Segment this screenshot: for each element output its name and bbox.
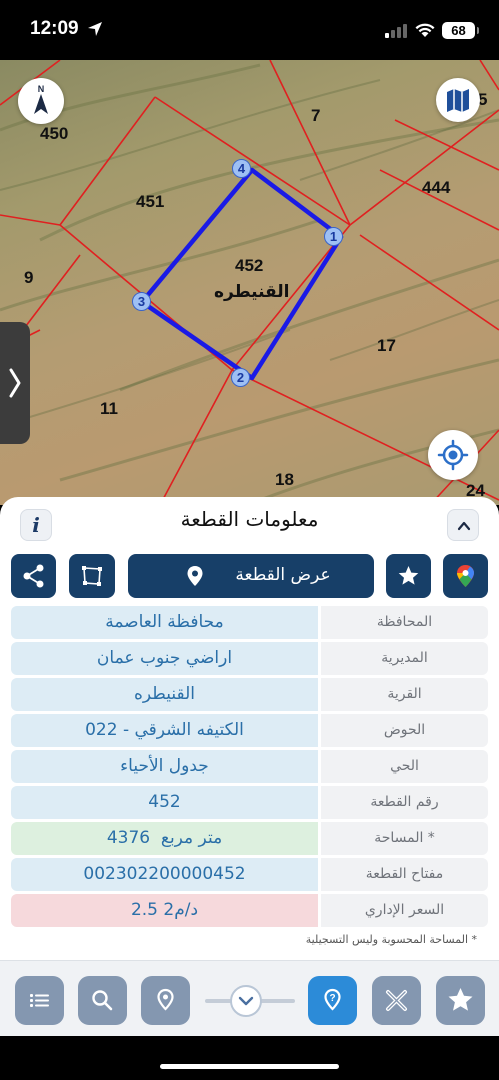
parcel-key-value: 002302200000452 bbox=[11, 858, 318, 891]
parcel-number-label: رقم القطعة bbox=[321, 786, 488, 819]
draw-polygon-button[interactable] bbox=[69, 554, 115, 598]
collapse-button[interactable] bbox=[447, 509, 479, 541]
chevron-right-icon bbox=[9, 368, 21, 398]
chevron-up-icon bbox=[457, 521, 471, 531]
basin-value: الكتيفه الشرقي - 022 bbox=[11, 714, 318, 747]
search-button[interactable] bbox=[78, 976, 127, 1025]
status-bar: 12:09 68 bbox=[0, 0, 499, 60]
parcel-label[interactable]: 18 bbox=[275, 470, 294, 490]
table-row: جدول الأحياء الحي bbox=[11, 750, 488, 783]
parcel-label[interactable]: 11 bbox=[100, 399, 118, 419]
table-row: اراضي جنوب عمان المديرية bbox=[11, 642, 488, 675]
google-maps-button[interactable] bbox=[443, 554, 488, 598]
table-row: محافظة العاصمة المحافظة bbox=[11, 606, 488, 639]
google-maps-icon bbox=[457, 565, 474, 587]
governorate-value: محافظة العاصمة bbox=[11, 606, 318, 639]
village-value: القنيطره bbox=[11, 678, 318, 711]
status-time: 12:09 bbox=[30, 18, 79, 39]
location-pin-icon bbox=[187, 566, 203, 586]
area-label: المساحة * bbox=[321, 822, 488, 855]
star-icon bbox=[398, 566, 419, 585]
map-icon bbox=[447, 89, 469, 112]
list-icon bbox=[30, 994, 49, 1007]
table-row: 2.5 د/م2 السعر الإداري bbox=[11, 894, 488, 927]
search-icon bbox=[92, 990, 113, 1011]
home-indicator-area bbox=[0, 1036, 499, 1080]
help-button[interactable]: ? bbox=[308, 976, 357, 1025]
admin-price-value: 2.5 د/م2 bbox=[11, 894, 318, 927]
directorate-label: المديرية bbox=[321, 642, 488, 675]
vertex-marker[interactable]: 3 bbox=[132, 292, 151, 311]
district-value: جدول الأحياء bbox=[11, 750, 318, 783]
crosshair-icon bbox=[437, 439, 469, 471]
nearby-location-button[interactable] bbox=[141, 976, 190, 1025]
favorite-button[interactable] bbox=[386, 554, 431, 598]
svg-text:N: N bbox=[38, 84, 45, 94]
chevron-down-icon bbox=[238, 996, 254, 1006]
table-row: 002302200000452 مفتاح القطعة bbox=[11, 858, 488, 891]
share-icon bbox=[23, 564, 44, 588]
village-label: القرية bbox=[321, 678, 488, 711]
tools-button[interactable] bbox=[372, 976, 421, 1025]
selected-parcel-number[interactable]: 452 bbox=[235, 256, 263, 276]
cellular-signal-icon bbox=[385, 24, 407, 38]
directorate-value: اراضي جنوب عمان bbox=[11, 642, 318, 675]
wifi-icon bbox=[415, 23, 435, 37]
my-location-button[interactable] bbox=[428, 430, 478, 480]
vertex-marker[interactable]: 1 bbox=[324, 227, 343, 246]
parcel-key-label: مفتاح القطعة bbox=[321, 858, 488, 891]
panel-title: معلومات القطعة bbox=[180, 507, 319, 531]
map-layers-button[interactable] bbox=[436, 78, 480, 122]
parcel-label[interactable]: 9 bbox=[24, 268, 33, 288]
bottom-toolbar: ? bbox=[0, 960, 499, 1036]
admin-price-label: السعر الإداري bbox=[321, 894, 488, 927]
parcel-label[interactable]: 444 bbox=[422, 178, 450, 198]
battery-indicator: 68 bbox=[442, 22, 479, 39]
vertex-marker[interactable]: 2 bbox=[231, 368, 250, 387]
parcel-details-table: محافظة العاصمة المحافظة اراضي جنوب عمان … bbox=[11, 606, 488, 930]
star-icon bbox=[448, 988, 473, 1011]
parcel-label[interactable]: 450 bbox=[40, 124, 68, 144]
vertex-marker[interactable]: 4 bbox=[232, 159, 251, 178]
parcel-label[interactable]: 17 bbox=[377, 336, 396, 356]
north-arrow-icon: N bbox=[34, 84, 48, 114]
map-view[interactable]: 450 7 5 451 444 9 17 11 18 24 452 القنيط… bbox=[0, 60, 499, 505]
parcel-number-value: 452 bbox=[11, 786, 318, 819]
share-button[interactable] bbox=[11, 554, 56, 598]
area-footnote: * المساحة المحسوبة وليس التسجيلية bbox=[305, 933, 477, 946]
polygon-icon bbox=[82, 566, 102, 586]
show-parcel-label: عرض القطعة bbox=[235, 565, 331, 585]
basin-label: الحوض bbox=[321, 714, 488, 747]
side-drawer-handle[interactable] bbox=[0, 322, 30, 444]
compass-button[interactable]: N bbox=[18, 78, 64, 124]
tools-icon bbox=[386, 990, 407, 1011]
parcel-info-panel: i معلومات القطعة عرض القطعة محافظة العاص… bbox=[0, 497, 499, 960]
table-row: 452 رقم القطعة bbox=[11, 786, 488, 819]
location-pin-icon bbox=[157, 988, 174, 1011]
table-row: القنيطره القرية bbox=[11, 678, 488, 711]
location-arrow-icon bbox=[88, 22, 102, 36]
home-indicator[interactable] bbox=[160, 1064, 339, 1069]
parcel-label[interactable]: 451 bbox=[136, 192, 164, 212]
area-value: 4376 متر مربع bbox=[11, 822, 318, 855]
selected-parcel-name[interactable]: القنيطره bbox=[214, 282, 290, 302]
table-row: الكتيفه الشرقي - 022 الحوض bbox=[11, 714, 488, 747]
help-icon: ? bbox=[324, 988, 341, 1011]
district-label: الحي bbox=[321, 750, 488, 783]
table-row: 4376 متر مربع المساحة * bbox=[11, 822, 488, 855]
governorate-label: المحافظة bbox=[321, 606, 488, 639]
show-parcel-button[interactable]: عرض القطعة bbox=[128, 554, 374, 598]
svg-text:?: ? bbox=[329, 993, 335, 1004]
favorites-button[interactable] bbox=[436, 976, 485, 1025]
action-bar: عرض القطعة bbox=[11, 554, 488, 600]
list-button[interactable] bbox=[15, 976, 64, 1025]
expand-toggle-button[interactable] bbox=[230, 985, 262, 1017]
parcel-label[interactable]: 7 bbox=[311, 106, 320, 126]
